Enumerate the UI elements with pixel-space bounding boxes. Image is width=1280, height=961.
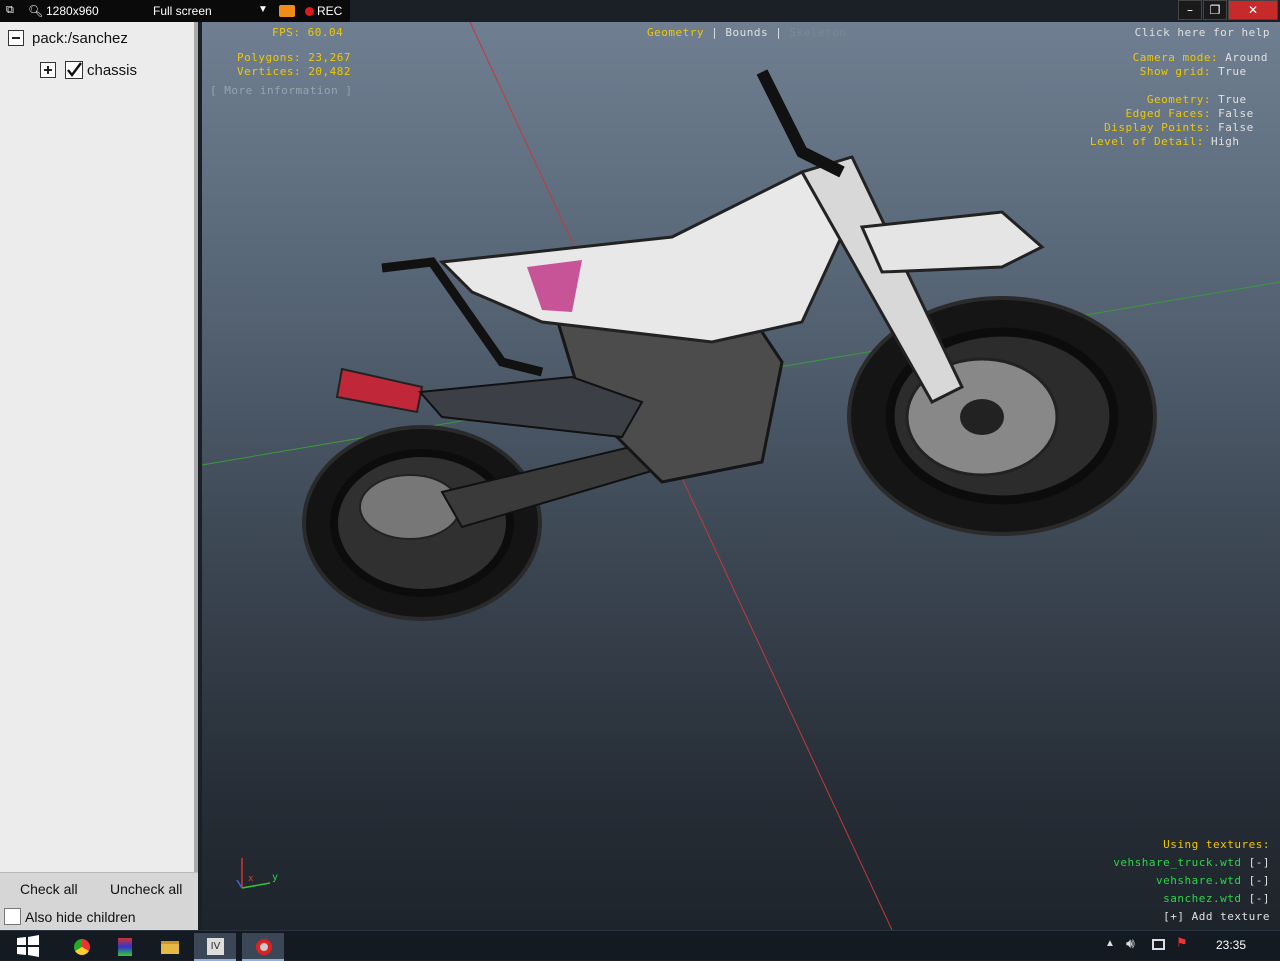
- chassis-checkbox[interactable]: [65, 61, 83, 79]
- recorder-taskbar-icon[interactable]: [242, 933, 284, 961]
- sanchez-motorcycle-model: [302, 69, 1157, 621]
- fps-value: 60.04: [307, 26, 344, 39]
- check-all-button[interactable]: Check all: [20, 881, 78, 897]
- polygons-readout: Polygons: 23,267: [237, 51, 351, 64]
- minimize-button[interactable]: –: [1178, 0, 1202, 20]
- uncheck-all-button[interactable]: Uncheck all: [110, 881, 182, 897]
- texture-item[interactable]: vehshare.wtd [-]: [1113, 872, 1270, 890]
- collapse-icon[interactable]: [8, 30, 24, 46]
- rec-button[interactable]: REC: [317, 4, 342, 18]
- chevron-up-icon[interactable]: ▲: [1105, 938, 1115, 949]
- skeleton-mode-toggle[interactable]: Skeleton: [789, 26, 846, 39]
- remove-texture-button[interactable]: [-]: [1249, 874, 1270, 887]
- volume-icon[interactable]: 🔊︎: [1126, 936, 1135, 952]
- also-hide-children-row: Also hide children: [0, 904, 198, 930]
- camera-icon[interactable]: [279, 5, 295, 17]
- texture-item[interactable]: sanchez.wtd [-]: [1113, 890, 1270, 908]
- network-icon[interactable]: [1152, 939, 1165, 950]
- fps-label: FPS:: [272, 26, 301, 39]
- remove-texture-button[interactable]: [-]: [1249, 856, 1270, 869]
- resolution-label[interactable]: 1280x960: [46, 4, 99, 18]
- vertices-value: 20,482: [308, 65, 351, 78]
- fps-readout: FPS: 60.04: [272, 26, 343, 39]
- edged-faces-row[interactable]: Edged Faces: False: [1090, 107, 1268, 121]
- fullscreen-label[interactable]: Full screen: [153, 4, 212, 18]
- openiv-taskbar-icon[interactable]: IV: [194, 933, 236, 961]
- geometry-row[interactable]: Geometry: True: [1090, 93, 1268, 107]
- remove-texture-button[interactable]: [-]: [1249, 892, 1270, 905]
- bounds-mode-toggle[interactable]: Bounds: [725, 26, 768, 39]
- folder-icon: [161, 941, 179, 954]
- tree-root-label[interactable]: pack:/sanchez: [32, 30, 128, 47]
- geometry-mode-toggle[interactable]: Geometry: [647, 26, 704, 39]
- help-link[interactable]: Click here for help: [1135, 26, 1270, 39]
- view-mode-toggles: Geometry | Bounds | Skeleton: [647, 26, 847, 39]
- action-center-icon[interactable]: ⚑: [1176, 936, 1188, 951]
- tree-panel: pack:/sanchez chassis: [0, 22, 198, 930]
- model-viewport[interactable]: FPS: 60.04 Polygons: 23,267 Vertices: 20…: [202, 22, 1280, 930]
- search-icon[interactable]: 🔍︎: [28, 4, 43, 18]
- file-explorer-taskbar-icon[interactable]: [148, 933, 190, 961]
- chevron-down-icon[interactable]: ▼: [258, 4, 268, 15]
- checkmark-icon: [67, 62, 82, 77]
- also-hide-children-checkbox[interactable]: [4, 908, 21, 925]
- level-of-detail-row[interactable]: Level of Detail: High: [1090, 135, 1268, 149]
- chrome-icon: [74, 939, 90, 955]
- add-texture-button[interactable]: [+] Add texture: [1113, 908, 1270, 926]
- texture-item[interactable]: vehshare_truck.wtd [-]: [1113, 854, 1270, 872]
- record-dot-icon: [305, 7, 314, 16]
- using-textures-label: Using textures:: [1163, 838, 1270, 851]
- record-icon: [256, 939, 272, 955]
- archive-taskbar-icon[interactable]: [104, 933, 146, 961]
- check-buttons-bar: Check all Uncheck all: [0, 872, 198, 904]
- axis-y-label: y: [272, 872, 279, 883]
- archive-icon: [118, 938, 132, 956]
- windows-start-icon[interactable]: [16, 934, 40, 958]
- recorder-bar: ⧉ 🔍︎ 1280x960 Full screen ▼ REC: [0, 0, 350, 22]
- axis-x-label: x: [248, 874, 254, 884]
- clock[interactable]: 23:35: [1216, 938, 1246, 952]
- vertices-label: Vertices:: [237, 65, 302, 78]
- maximize-button[interactable]: ❐: [1203, 0, 1227, 20]
- chrome-taskbar-icon[interactable]: [60, 933, 102, 961]
- textures-panel: Using textures: vehshare_truck.wtd [-] v…: [1113, 836, 1270, 926]
- vertices-readout: Vertices: 20,482: [237, 65, 351, 78]
- expand-icon[interactable]: [40, 62, 56, 78]
- camera-mode-row[interactable]: Camera mode: Around: [1090, 51, 1268, 65]
- more-information-link[interactable]: [ More information ]: [210, 84, 352, 97]
- display-points-row[interactable]: Display Points: False: [1090, 121, 1268, 135]
- axis-gizmo: [236, 858, 271, 889]
- also-hide-children-label[interactable]: Also hide children: [25, 909, 136, 925]
- tree-item-chassis[interactable]: chassis: [87, 62, 137, 79]
- screen-icon[interactable]: ⧉: [6, 4, 14, 17]
- polygons-label: Polygons:: [237, 51, 302, 64]
- settings-readout: Camera mode: Around Show grid: True Geom…: [1090, 51, 1268, 149]
- openiv-icon: IV: [207, 938, 224, 955]
- polygons-value: 23,267: [308, 51, 351, 64]
- show-grid-row[interactable]: Show grid: True: [1090, 65, 1268, 79]
- close-button[interactable]: ✕: [1228, 0, 1278, 20]
- taskbar: IV ▲ 🔊︎ ⚑ 23:35: [0, 930, 1280, 961]
